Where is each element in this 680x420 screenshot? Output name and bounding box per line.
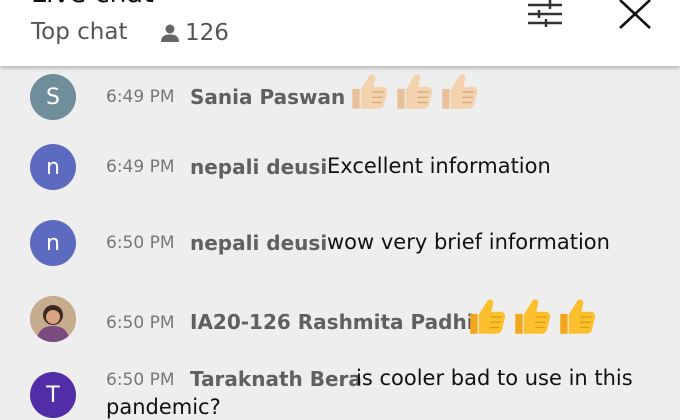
- message-author[interactable]: IA20-126 Rashmita Padhi: [190, 310, 474, 334]
- avatar[interactable]: T: [30, 372, 76, 418]
- avatar[interactable]: n: [30, 220, 76, 266]
- message-author[interactable]: Taraknath Bera: [190, 367, 362, 391]
- avatar[interactable]: S: [30, 74, 76, 120]
- avatar[interactable]: [30, 296, 76, 342]
- thumbs-up-icon: [470, 299, 506, 334]
- person-icon: [161, 24, 179, 42]
- chat-message-list[interactable]: S 6:49 PM Sania Paswan n 6:49 PM nepali …: [0, 66, 680, 420]
- viewer-count-group: 126: [159, 19, 229, 47]
- chat-message[interactable]: n 6:49 PM nepali deusi Excellent informa…: [0, 142, 680, 202]
- message-author[interactable]: nepali deusi: [190, 155, 327, 179]
- thumbs-up-icon: [560, 299, 596, 334]
- chat-title: Live chat: [31, 0, 154, 9]
- message-timestamp: 6:50 PM: [106, 370, 175, 390]
- message-timestamp: 6:49 PM: [106, 87, 175, 107]
- emoji-group: [465, 296, 597, 338]
- emoji-group: [347, 71, 479, 113]
- chat-header: Live chat Top chat 126: [0, 0, 680, 66]
- message-author[interactable]: Sania Paswan: [190, 85, 345, 109]
- message-timestamp: 6:49 PM: [106, 157, 175, 177]
- message-text: wow very brief information: [327, 230, 610, 254]
- avatar[interactable]: n: [30, 144, 76, 190]
- chat-message[interactable]: 6:50 PM IA20-126 Rashmita Padhi: [0, 292, 680, 362]
- thumbs-up-icon: [442, 74, 478, 109]
- thumbs-up-icon: [352, 74, 388, 109]
- sliders-icon[interactable]: [524, 0, 566, 32]
- thumbs-up-icon: [397, 74, 433, 109]
- message-author[interactable]: nepali deusi: [190, 231, 327, 255]
- message-timestamp: 6:50 PM: [106, 313, 175, 333]
- profile-photo-icon: [30, 296, 76, 342]
- thumbs-up-icon: [515, 299, 551, 334]
- top-chat-selector[interactable]: Top chat: [31, 19, 127, 45]
- message-timestamp: 6:50 PM: [106, 233, 175, 253]
- viewer-count: 126: [185, 20, 229, 46]
- chat-message[interactable]: T 6:50 PM Taraknath Bera is cooler bad t…: [0, 366, 680, 420]
- chat-message[interactable]: n 6:50 PM nepali deusi wow very brief in…: [0, 220, 680, 280]
- message-text-continued: pandemic?: [106, 395, 221, 419]
- close-icon[interactable]: [612, 0, 656, 34]
- message-text: is cooler bad to use in this: [356, 366, 633, 390]
- chat-message[interactable]: S 6:49 PM Sania Paswan: [0, 66, 680, 126]
- message-text: Excellent information: [327, 154, 551, 178]
